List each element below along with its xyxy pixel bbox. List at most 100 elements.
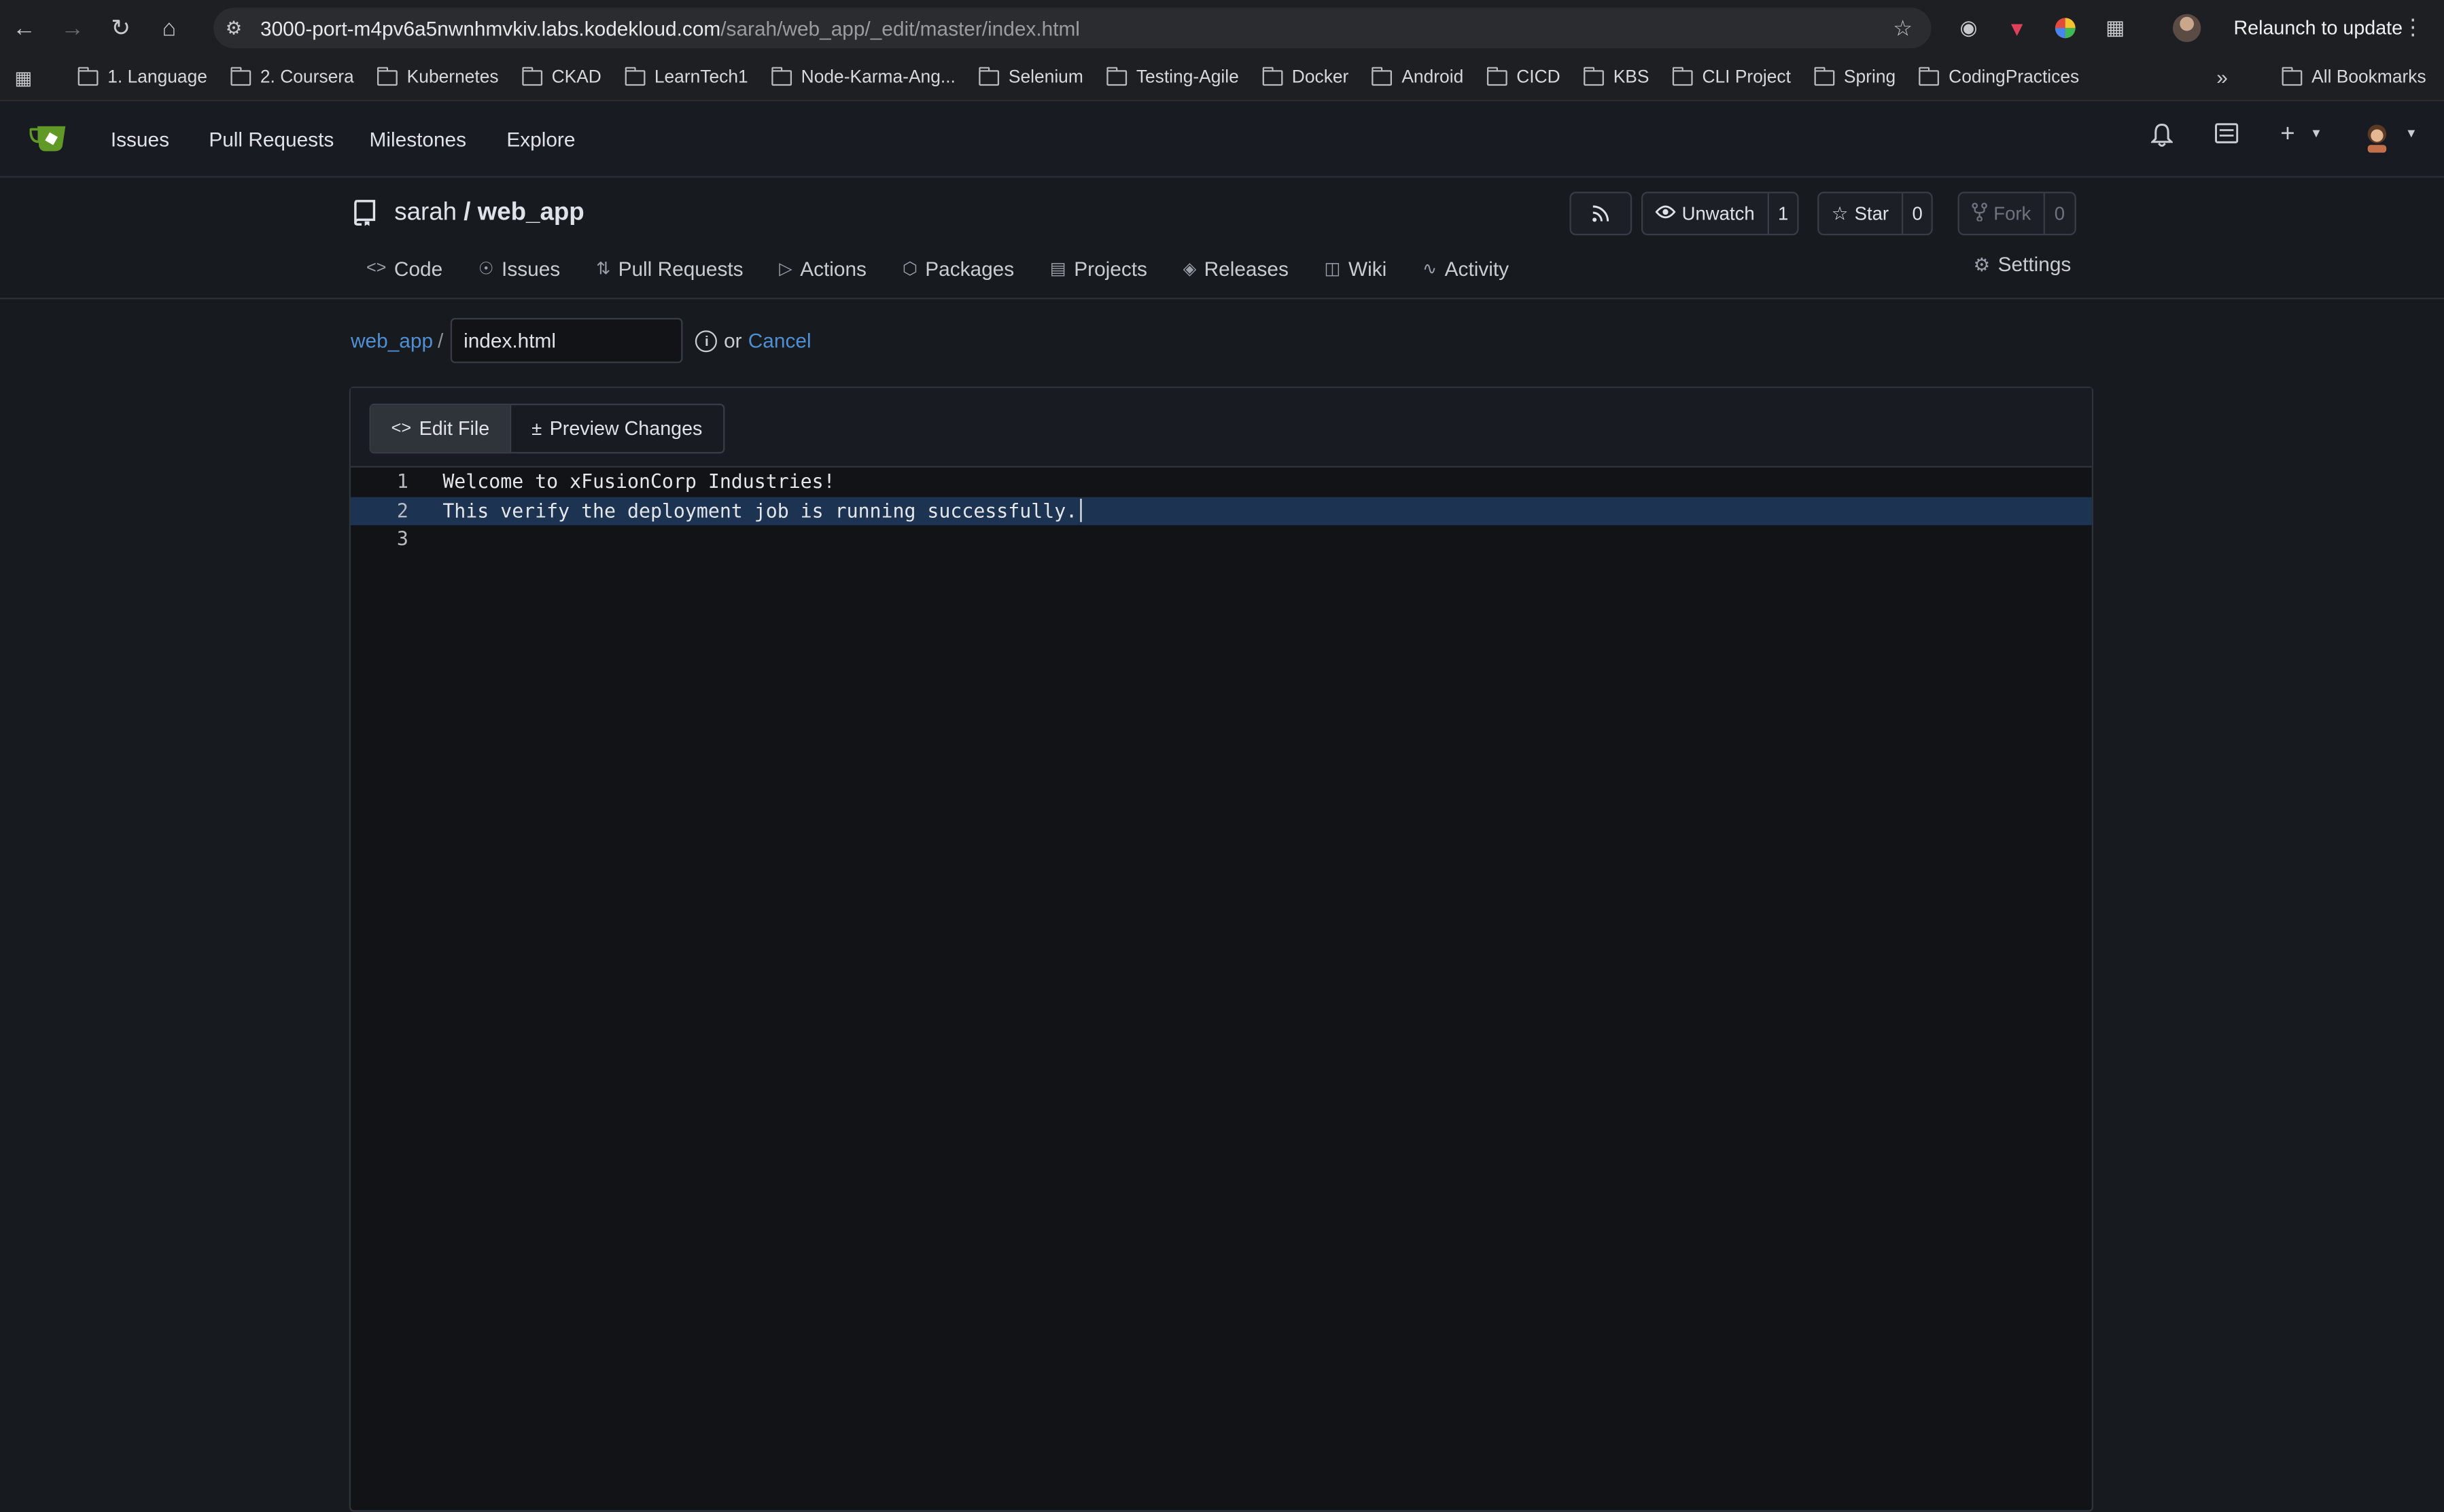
bookmark-folder[interactable]: 1. Language <box>77 66 207 87</box>
nav-explore[interactable]: Explore <box>506 101 575 176</box>
tab-wiki[interactable]: ◫ Wiki <box>1325 253 1387 284</box>
rss-feed-button[interactable] <box>1569 192 1633 236</box>
fork-count[interactable]: 0 <box>2043 193 2074 234</box>
bookmark-folder[interactable]: 2. Coursera <box>230 66 354 87</box>
filename-input[interactable]: index.html <box>451 317 684 364</box>
create-new-plus-icon[interactable]: + <box>2280 122 2294 150</box>
edit-file-tab[interactable]: <> Edit File <box>370 405 510 453</box>
site-settings-icon[interactable]: ⚙ <box>213 7 254 48</box>
bookmark-folder[interactable]: Android <box>1372 66 1463 87</box>
nav-milestones[interactable]: Milestones <box>370 101 467 176</box>
star-count[interactable]: 0 <box>1901 193 1932 234</box>
url-text[interactable]: 3000-port-m4pv6a5nwnhmvkiv.labs.kodeklou… <box>260 16 1080 39</box>
tab-issues[interactable]: ☉ Issues <box>478 253 560 284</box>
chevron-down-icon[interactable]: ▼ <box>2405 126 2417 141</box>
repo-title: sarah / web_app <box>394 200 584 228</box>
unwatch-button[interactable]: Unwatch 1 <box>1641 192 1800 236</box>
chevron-down-icon[interactable]: ▼ <box>2310 126 2322 141</box>
tab-packages[interactable]: ⬡ Packages <box>903 253 1014 284</box>
bookmark-folder[interactable]: Selenium <box>978 66 1083 87</box>
more-bookmarks-icon[interactable]: » <box>2216 65 2228 88</box>
bookmark-folder[interactable]: LearnTech1 <box>624 66 748 87</box>
bookmark-folder[interactable]: KBS <box>1583 66 1649 87</box>
extensions-puzzle-icon[interactable]: ▦ <box>2101 14 2129 42</box>
fork-button[interactable]: Fork 0 <box>1957 192 2076 236</box>
bookmark-folder[interactable]: CKAD <box>521 66 601 87</box>
or-text: or <box>724 328 742 353</box>
code-line[interactable]: 3 <box>351 525 2092 554</box>
relaunch-button[interactable]: Relaunch to update <box>2218 7 2419 49</box>
folder-icon <box>521 66 542 86</box>
browser-profile-avatar[interactable] <box>2172 14 2201 42</box>
all-bookmarks[interactable]: All Bookmarks <box>2281 56 2426 100</box>
pulse-icon: ∿ <box>1422 259 1437 279</box>
tab-releases[interactable]: ◈ Releases <box>1183 253 1289 284</box>
forward-icon[interactable]: → <box>48 0 97 56</box>
repo-name-link[interactable]: web_app <box>478 200 584 226</box>
notifications-bell-icon[interactable] <box>2150 123 2174 153</box>
bookmark-folder[interactable]: Testing-Agile <box>1106 66 1239 87</box>
bookmark-star-icon[interactable]: ☆ <box>1893 15 1913 41</box>
folder-icon <box>1813 66 1835 86</box>
bookmark-folder[interactable]: CICD <box>1486 66 1560 87</box>
nav-pull-requests[interactable]: Pull Requests <box>209 101 334 176</box>
star-button[interactable]: ☆ Star 0 <box>1817 192 1934 236</box>
bookmark-folder[interactable]: Spring <box>1813 66 1896 87</box>
bookmark-folder[interactable]: Kubernetes <box>377 66 499 87</box>
tab-code[interactable]: <> Code <box>366 253 442 284</box>
folder-icon <box>230 66 251 86</box>
home-icon[interactable]: ⌂ <box>145 0 193 56</box>
line-text[interactable]: Welcome to xFusionCorp Industries! <box>442 471 835 493</box>
camera-extension-icon[interactable]: ◉ <box>1955 14 1983 42</box>
repo-separator: / <box>464 199 471 226</box>
cancel-link[interactable]: Cancel <box>748 329 811 352</box>
fork-icon <box>1972 202 1987 225</box>
code-line-active[interactable]: 2 This verify the deployment job is runn… <box>351 496 2092 525</box>
code-editor[interactable]: 1 Welcome to xFusionCorp Industries! 2 T… <box>351 468 2092 554</box>
folder-icon <box>2281 66 2303 86</box>
bookmark-folder[interactable]: CodingPractices <box>1918 66 2079 87</box>
diff-icon: ± <box>531 417 542 440</box>
rss-icon <box>1579 193 1622 234</box>
browser-menu-icon[interactable]: ⋮ <box>2402 14 2424 41</box>
browser-toolbar: ← → ↻ ⌂ ⚙ 3000-port-m4pv6a5nwnhmvkiv.lab… <box>0 0 2444 56</box>
tab-pull-requests[interactable]: ⇅ Pull Requests <box>596 253 744 284</box>
tab-activity[interactable]: ∿ Activity <box>1422 253 1509 284</box>
reload-icon[interactable]: ↻ <box>97 0 145 56</box>
folder-icon <box>1918 66 1940 86</box>
address-bar[interactable]: ⚙ 3000-port-m4pv6a5nwnhmvkiv.labs.kodekl… <box>213 7 1932 49</box>
bookmark-folder[interactable]: Docker <box>1261 66 1348 87</box>
file-editor: <> Edit File ± Preview Changes 1 Welcome t… <box>349 386 2094 1512</box>
folder-icon <box>624 66 646 86</box>
repo-tabs: <> Code ☉ Issues ⇅ Pull Requests ▷ Actions ⬡… <box>366 253 1545 284</box>
folder-icon <box>77 66 99 86</box>
repo-owner-link[interactable]: sarah <box>394 200 457 226</box>
text-cursor <box>1080 499 1083 523</box>
user-avatar[interactable] <box>2363 122 2391 158</box>
breadcrumb-repo-link[interactable]: web_app <box>351 329 433 352</box>
editor-mode-tabs: <> Edit File ± Preview Changes <box>369 403 725 454</box>
bookmark-folder[interactable]: Node-Karma-Ang... <box>771 66 956 87</box>
line-text[interactable]: This verify the deployment job is runnin… <box>442 500 1077 522</box>
gitea-logo-icon[interactable] <box>29 122 67 153</box>
tab-actions[interactable]: ▷ Actions <box>779 253 867 284</box>
preview-changes-tab[interactable]: ± Preview Changes <box>509 405 722 453</box>
tab-settings[interactable]: ⚙ Settings <box>1973 253 2071 276</box>
pocket-extension-icon[interactable]: ▼ <box>2003 14 2031 42</box>
nav-issues[interactable]: Issues <box>111 101 169 176</box>
apps-grid-icon[interactable]: ▦ <box>0 67 47 89</box>
folder-icon <box>978 66 1000 86</box>
color-extension-icon[interactable] <box>2051 14 2079 42</box>
book-icon: ◫ <box>1324 259 1341 279</box>
issue-icon: ☉ <box>478 259 494 279</box>
line-number: 1 <box>396 471 408 493</box>
back-icon[interactable]: ← <box>0 0 48 56</box>
stopwatch-list-icon[interactable] <box>2215 123 2239 148</box>
bookmark-folder[interactable]: CLI Project <box>1672 66 1791 87</box>
watch-count[interactable]: 1 <box>1766 193 1798 234</box>
code-line[interactable]: 1 Welcome to xFusionCorp Industries! <box>351 468 2092 496</box>
tab-projects[interactable]: ▤ Projects <box>1050 253 1147 284</box>
gitea-navbar: Issues Pull Requests Milestones Explore … <box>0 101 2444 178</box>
info-icon[interactable]: i <box>695 330 718 352</box>
package-icon: ⬡ <box>902 259 918 279</box>
